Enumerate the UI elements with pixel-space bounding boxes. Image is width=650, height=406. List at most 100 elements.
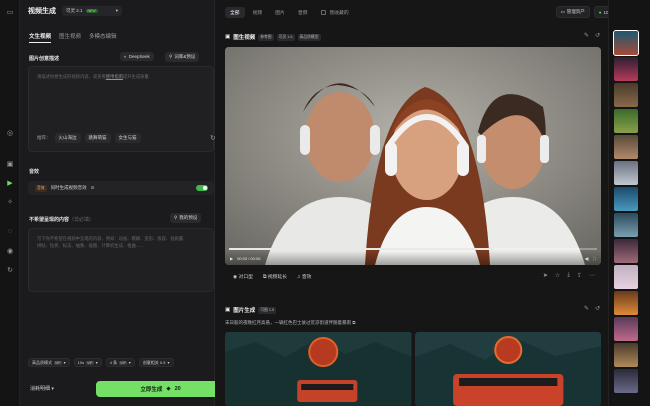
prompt-placeholder: 请描述你想生成的视频内容，或查看使用指南提升生成质量: [37, 74, 149, 79]
fullscreen-icon[interactable]: ⛶: [593, 256, 596, 261]
favorites-filter[interactable]: 我收藏的: [321, 9, 349, 16]
model-select[interactable]: 可灵 2.1 NEW ▾: [62, 6, 122, 16]
video-player[interactable]: ▶ 00:03 / 00:05 ◀) ⛶: [225, 47, 601, 265]
pin-icon: ⚲: [169, 54, 173, 59]
tab-image-to-video[interactable]: 图生视频: [59, 32, 81, 43]
gallery-thumb[interactable]: [614, 161, 638, 185]
tool-icon[interactable]: ✧: [5, 197, 15, 207]
gallery-thumb[interactable]: [614, 213, 638, 237]
negative-placeholder: 写下你不希望在视频中呈现的内容，例如：动画、模糊、变形、毁容、低质量、 拼贴、粒…: [37, 236, 188, 248]
new-badge: NEW: [85, 9, 98, 13]
gallery-thumb[interactable]: [614, 57, 638, 81]
image-icon[interactable]: ▣: [5, 159, 15, 169]
creativity-select[interactable]: 创意相关 0.5 ▾: [138, 358, 174, 367]
gallery-thumb[interactable]: [614, 343, 638, 367]
recommend-row: 推荐： 火山海边 跳舞萌猫 女生与猫: [37, 133, 141, 143]
param-row: 高品质模式 VIP ▾ 10s VIP ▾ 4 条 VIP ▾ 创意相关 0.5 ▾: [28, 358, 174, 367]
recommend-chip[interactable]: 女生与猫: [114, 133, 141, 143]
history-icon[interactable]: ↻: [5, 265, 15, 275]
send-icon[interactable]: ➤: [543, 272, 548, 279]
pin-icon: ⚲: [174, 215, 178, 220]
gallery-thumb[interactable]: [614, 239, 638, 263]
generate-label: 立即生成: [140, 387, 163, 393]
credit-icon: ◆: [166, 386, 171, 392]
duration-select[interactable]: 10s VIP ▾: [73, 358, 102, 367]
checkbox[interactable]: [321, 10, 327, 15]
filter-image[interactable]: 图片: [270, 7, 290, 18]
audio-text: 同时生成视频音效: [50, 185, 87, 190]
tab-text-to-video[interactable]: 文生视频: [29, 32, 52, 43]
quality-select[interactable]: 高品质模式 VIP ▾: [28, 358, 70, 367]
edit-icon[interactable]: ✎: [584, 32, 589, 39]
gallery-thumb[interactable]: [614, 369, 638, 393]
gallery-thumb[interactable]: [614, 265, 638, 289]
negative-textarea[interactable]: 写下你不希望在视频中呈现的内容，例如：动画、模糊、变形、毁容、低质量、 拼贴、粒…: [28, 228, 214, 292]
play-icon[interactable]: ▶: [230, 256, 233, 261]
filter-all[interactable]: 全部: [225, 7, 245, 18]
avatar-icon[interactable]: ◌: [5, 226, 15, 236]
gallery-thumb[interactable]: [614, 187, 638, 211]
edit-icon[interactable]: ✎: [584, 305, 589, 312]
deepseek-button[interactable]: ◐ DeepSeek: [120, 52, 154, 61]
card-tag: 可图 1.5: [258, 306, 277, 314]
panel-toggle-icon[interactable]: ▭: [5, 7, 15, 17]
image-icon: ▣: [225, 307, 231, 313]
gallery-thumb[interactable]: [614, 317, 638, 341]
lexicon-label: 词库&预设: [174, 54, 196, 59]
volume-icon[interactable]: ◀): [585, 256, 589, 261]
video-frame-icon: ▣: [225, 34, 231, 40]
download-icon[interactable]: ⤓: [567, 272, 570, 279]
count-select[interactable]: 4 条 VIP ▾: [105, 358, 135, 367]
copy-icon[interactable]: ⧉: [352, 320, 355, 325]
video-icon[interactable]: ▶: [5, 178, 15, 188]
recommend-chip[interactable]: 跳舞萌猫: [84, 133, 111, 143]
extend-icon: ⧉: [262, 274, 267, 280]
regenerate-icon[interactable]: ↺: [595, 32, 600, 39]
image-card-actions: ✎ ↺: [584, 305, 600, 312]
star-icon[interactable]: ☆: [555, 272, 560, 279]
vip-badge: VIP: [119, 360, 127, 365]
image-results: [225, 332, 601, 406]
creative-label: 图片创意描述: [29, 56, 60, 62]
filter-video[interactable]: 视频: [248, 7, 268, 18]
more-icon[interactable]: ⋯: [589, 272, 595, 279]
lip-sync-button[interactable]: ◉ 对口型: [233, 273, 253, 280]
share-icon[interactable]: ⇪: [577, 272, 582, 279]
regenerate-icon[interactable]: ↺: [595, 305, 600, 312]
generation-panel: 视频生成 可灵 2.1 NEW ▾ 文生视频 图生视频 多模态编辑 图片创意描述…: [20, 0, 225, 406]
results-area: 全部 视频 图片 音频 我收藏的 ▭管理资产 ●100 钻石会员 ▣ 图生视频: [215, 0, 648, 406]
gallery-thumb[interactable]: [614, 83, 638, 107]
card-tag: 参考图: [258, 33, 274, 41]
eye-icon[interactable]: ◉: [5, 246, 15, 256]
cost-detail-select[interactable]: 消耗明细 ▾: [30, 385, 54, 392]
audio-toggle[interactable]: [196, 185, 208, 191]
generate-button[interactable]: 立即生成 ◆ 20: [96, 381, 225, 397]
negative-label: 不希望呈现的内容（非必填）: [29, 217, 95, 223]
image-card-title: 图片生成: [233, 308, 256, 314]
gallery-thumb[interactable]: [614, 109, 638, 133]
video-progress[interactable]: [229, 248, 597, 250]
guide-link[interactable]: 使用指南: [106, 74, 123, 79]
lexicon-button[interactable]: ⚲ 词库&预设: [165, 52, 200, 62]
gallery-thumb[interactable]: [614, 291, 638, 315]
result-image[interactable]: [225, 332, 412, 406]
filter-audio[interactable]: 音频: [293, 7, 313, 18]
generate-cost: 20: [174, 386, 181, 392]
video-card-actions: ✎ ↺: [584, 32, 600, 39]
video-tools: ◉ 对口型 ⧉ 视频延长 ♫ 音效 ➤ ☆ ⤓ ⇪ ⋯: [225, 268, 601, 284]
gallery-thumb[interactable]: [614, 135, 638, 159]
compass-icon[interactable]: ◎: [5, 128, 15, 138]
audio-label: 音效: [29, 169, 40, 175]
sound-effect-button[interactable]: ♫ 音效: [297, 273, 312, 280]
manage-assets-button[interactable]: ▭ 管理资产: [555, 6, 590, 18]
my-preset-button[interactable]: ⚲ 我的预设: [170, 213, 202, 223]
tab-multimodal-edit[interactable]: 多模态编辑: [89, 32, 117, 43]
folder-icon: ▭: [560, 9, 565, 14]
extend-video-button[interactable]: ⧉ 视频延长: [263, 273, 287, 280]
result-image[interactable]: [414, 332, 601, 406]
recommend-chip[interactable]: 火山海边: [54, 133, 81, 143]
chevron-down-icon: ▾: [51, 386, 54, 392]
card-tag: 可灵 1.6: [276, 33, 295, 41]
music-icon: ♫: [296, 274, 301, 280]
gallery-thumb[interactable]: [613, 30, 639, 56]
